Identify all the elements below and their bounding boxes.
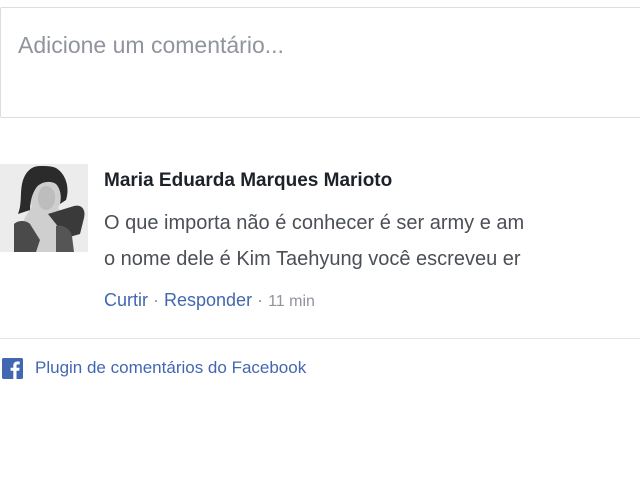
action-separator: ·: [257, 290, 264, 310]
divider: [0, 338, 640, 339]
action-separator: ·: [153, 290, 159, 310]
comment-actions: Curtir · Responder · 11 min: [104, 290, 315, 311]
like-button[interactable]: Curtir: [104, 290, 148, 310]
comment-item: Maria Eduarda Marques Marioto O que impo…: [0, 162, 640, 322]
facebook-icon: [2, 358, 23, 379]
comment-text-line-2: o nome dele é Kim Taehyung você escreveu…: [104, 248, 521, 270]
reply-button[interactable]: Responder: [164, 290, 252, 310]
facebook-comments-plugin: Adicione um comentário... Maria Eduarda …: [0, 0, 640, 480]
comment-author-name[interactable]: Maria Eduarda Marques Marioto: [104, 170, 392, 192]
comment-input-placeholder: Adicione um comentário...: [18, 32, 284, 58]
avatar[interactable]: [0, 164, 88, 252]
avatar-photo: [0, 164, 88, 252]
comment-text-line-1: O que importa não é conhecer é ser army …: [104, 212, 525, 234]
comment-input[interactable]: Adicione um comentário...: [0, 7, 640, 118]
facebook-comments-plugin-link[interactable]: Plugin de comentários do Facebook: [35, 358, 306, 378]
comment-timestamp[interactable]: 11 min: [268, 293, 315, 310]
